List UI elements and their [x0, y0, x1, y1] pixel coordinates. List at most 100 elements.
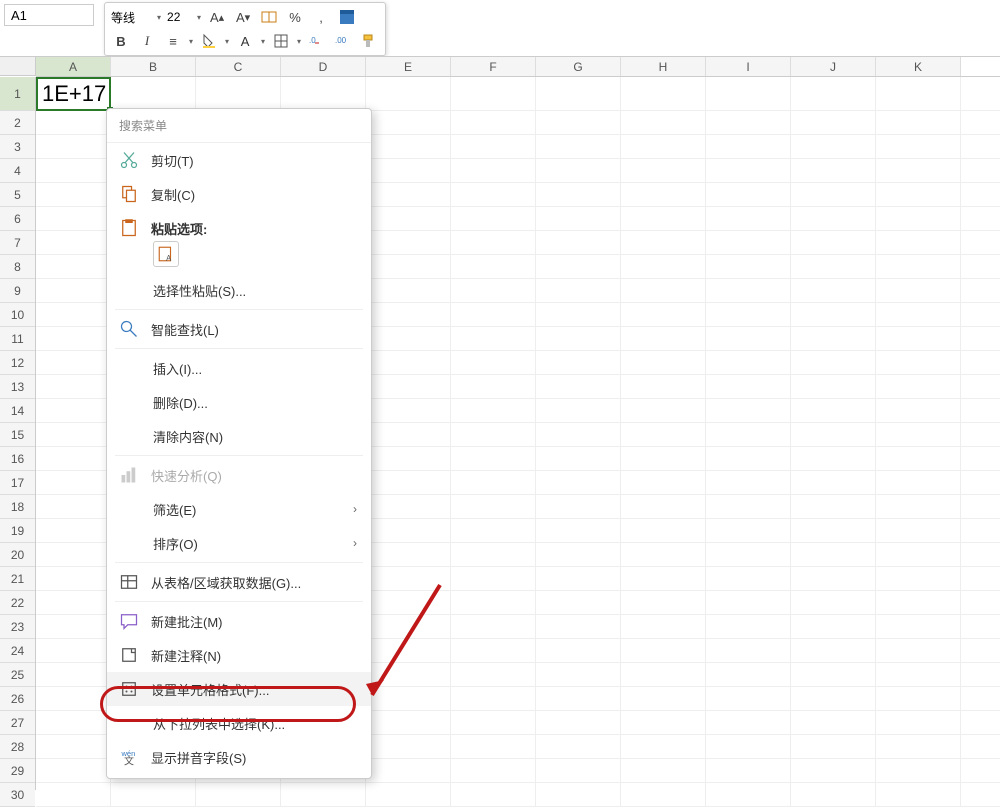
- row-header[interactable]: 9: [0, 279, 35, 303]
- context-menu: 搜索菜单 剪切(T) 复制(C) 粘贴选项: A 选择性粘贴(S)... 智能查…: [106, 108, 372, 779]
- row-header[interactable]: 29: [0, 759, 35, 783]
- row-header[interactable]: 24: [0, 639, 35, 663]
- row-header[interactable]: 5: [0, 183, 35, 207]
- row-header[interactable]: 17: [0, 471, 35, 495]
- row-header[interactable]: 20: [0, 543, 35, 567]
- column-header[interactable]: K: [876, 57, 961, 76]
- row-header[interactable]: 8: [0, 255, 35, 279]
- font-color-icon[interactable]: A: [235, 31, 255, 51]
- mini-toolbar: ▾ ▾ A▴ A▾ % , B I ≡▾ ▾ A▾ ▾ .0 .00: [104, 2, 386, 56]
- row-header[interactable]: 12: [0, 351, 35, 375]
- menu-sort[interactable]: 排序(O)›: [107, 526, 371, 560]
- menu-filter[interactable]: 筛选(E)›: [107, 492, 371, 526]
- row-header[interactable]: 25: [0, 663, 35, 687]
- align-icon[interactable]: ≡: [163, 31, 183, 51]
- percent-icon[interactable]: %: [285, 7, 305, 27]
- row-header[interactable]: 3: [0, 135, 35, 159]
- menu-delete[interactable]: 删除(D)...: [107, 385, 371, 419]
- row-header[interactable]: 1: [0, 77, 35, 111]
- scissors-icon: [119, 150, 139, 170]
- menu-get-data[interactable]: 从表格/区域获取数据(G)...: [107, 565, 371, 599]
- menu-search[interactable]: 搜索菜单: [107, 109, 371, 143]
- row-header[interactable]: 10: [0, 303, 35, 327]
- menu-new-comment[interactable]: 新建批注(M): [107, 604, 371, 638]
- row-header[interactable]: 15: [0, 423, 35, 447]
- column-header[interactable]: F: [451, 57, 536, 76]
- row-header[interactable]: 22: [0, 591, 35, 615]
- column-header[interactable]: J: [791, 57, 876, 76]
- format-painter-icon[interactable]: [359, 31, 379, 51]
- table-format-icon[interactable]: [337, 7, 357, 27]
- menu-paste-special[interactable]: 选择性粘贴(S)...: [107, 273, 371, 307]
- row-header[interactable]: 7: [0, 231, 35, 255]
- menu-insert[interactable]: 插入(I)...: [107, 351, 371, 385]
- format-cells-icon: [119, 679, 139, 699]
- comment-icon: [119, 611, 139, 631]
- row-header[interactable]: 28: [0, 735, 35, 759]
- row-header[interactable]: 23: [0, 615, 35, 639]
- column-header[interactable]: D: [281, 57, 366, 76]
- row-header[interactable]: 18: [0, 495, 35, 519]
- pinyin-icon: wén文: [119, 747, 139, 767]
- menu-smart-lookup[interactable]: 智能查找(L): [107, 312, 371, 346]
- fill-color-icon[interactable]: [199, 31, 219, 51]
- row-header[interactable]: 6: [0, 207, 35, 231]
- active-cell[interactable]: 1E+17: [36, 77, 111, 111]
- menu-copy[interactable]: 复制(C): [107, 177, 371, 211]
- font-size-select[interactable]: [167, 10, 191, 24]
- increase-font-icon[interactable]: A▴: [207, 7, 227, 27]
- svg-text:A: A: [166, 254, 172, 263]
- row-header[interactable]: 19: [0, 519, 35, 543]
- row-header[interactable]: 16: [0, 447, 35, 471]
- column-header[interactable]: B: [111, 57, 196, 76]
- decrease-font-icon[interactable]: A▾: [233, 7, 253, 27]
- column-headers: ABCDEFGHIJK: [36, 57, 1000, 77]
- table-icon: [119, 572, 139, 592]
- quick-analysis-icon: [119, 465, 139, 485]
- border-icon[interactable]: [271, 31, 291, 51]
- column-header[interactable]: I: [706, 57, 791, 76]
- menu-clear[interactable]: 清除内容(N): [107, 419, 371, 453]
- row-header[interactable]: 30: [0, 783, 35, 807]
- bold-button[interactable]: B: [111, 31, 131, 51]
- row-header[interactable]: 21: [0, 567, 35, 591]
- menu-format-cells[interactable]: 设置单元格格式(F)...: [107, 672, 371, 706]
- row-header[interactable]: 11: [0, 327, 35, 351]
- menu-show-pinyin[interactable]: wén文 显示拼音字段(S): [107, 740, 371, 774]
- svg-text:文: 文: [124, 755, 134, 768]
- cell-value: 1E+17: [42, 81, 106, 106]
- chevron-down-icon: ▾: [197, 13, 201, 22]
- column-header[interactable]: A: [36, 57, 111, 76]
- comma-icon[interactable]: ,: [311, 7, 331, 27]
- increase-decimal-icon[interactable]: .00: [333, 31, 353, 51]
- svg-text:.0: .0: [309, 36, 316, 45]
- column-header[interactable]: G: [536, 57, 621, 76]
- row-header[interactable]: 4: [0, 159, 35, 183]
- column-header[interactable]: C: [196, 57, 281, 76]
- row-header[interactable]: 14: [0, 399, 35, 423]
- menu-cut[interactable]: 剪切(T): [107, 143, 371, 177]
- name-box[interactable]: [4, 4, 94, 26]
- clipboard-icon: [119, 218, 139, 238]
- row-header[interactable]: 2: [0, 111, 35, 135]
- decrease-decimal-icon[interactable]: .0: [307, 31, 327, 51]
- row-headers: 1234567891011121314151617181920212223242…: [0, 77, 36, 790]
- menu-paste-options-header: 粘贴选项:: [107, 211, 371, 245]
- merge-icon[interactable]: [259, 7, 279, 27]
- row-header[interactable]: 27: [0, 711, 35, 735]
- row-header[interactable]: 26: [0, 687, 35, 711]
- chevron-down-icon: ▾: [157, 13, 161, 22]
- search-icon: [119, 319, 139, 339]
- note-icon: [119, 645, 139, 665]
- chevron-right-icon: ›: [353, 536, 357, 550]
- svg-text:.00: .00: [335, 36, 347, 45]
- menu-dropdown-list[interactable]: 从下拉列表中选择(K)...: [107, 706, 371, 740]
- menu-new-note[interactable]: 新建注释(N): [107, 638, 371, 672]
- column-header[interactable]: E: [366, 57, 451, 76]
- menu-quick-analysis: 快速分析(Q): [107, 458, 371, 492]
- column-header[interactable]: H: [621, 57, 706, 76]
- font-name-select[interactable]: [111, 10, 151, 24]
- row-header[interactable]: 13: [0, 375, 35, 399]
- italic-button[interactable]: I: [137, 31, 157, 51]
- chevron-right-icon: ›: [353, 502, 357, 516]
